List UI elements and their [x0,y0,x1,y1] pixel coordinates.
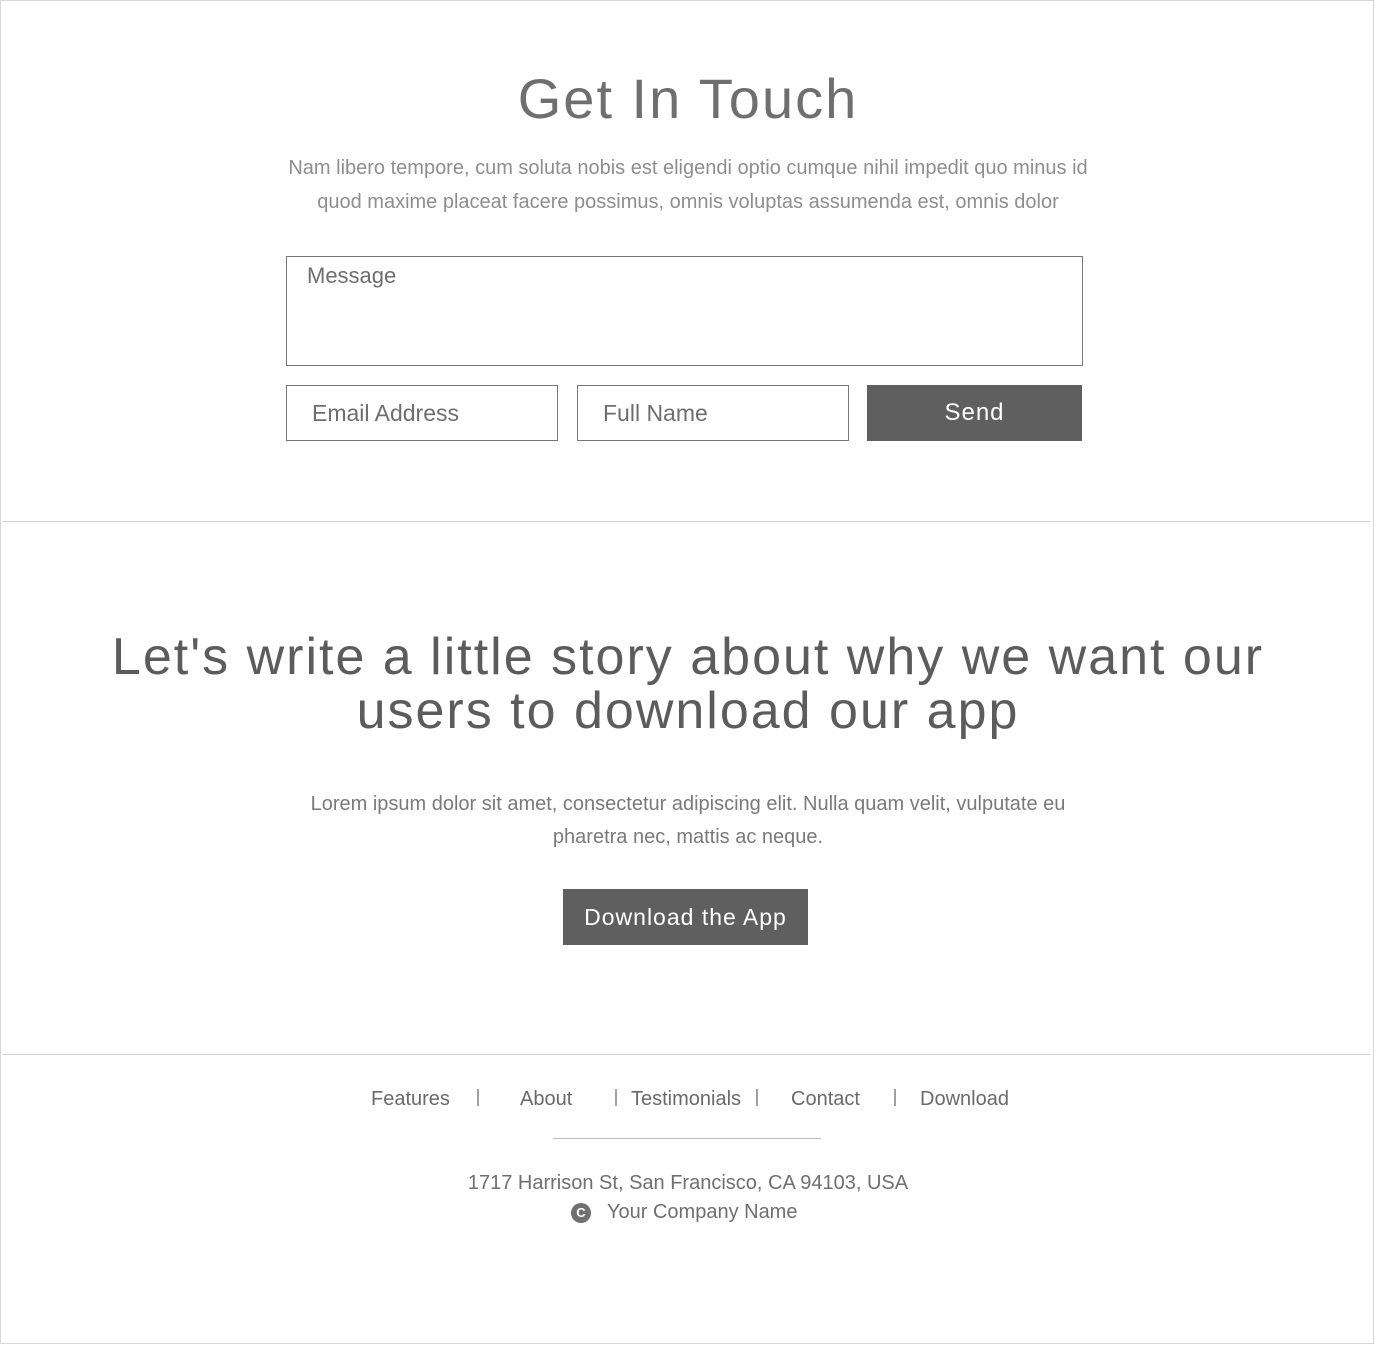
section-divider-top [2,521,1370,522]
story-title-line-2: users to download our app [356,682,1020,740]
story-subtitle-line-2: pharetra nec, mattis ac neque. [552,826,824,848]
contact-intro: Nam libero tempore, cum soluta nobis est… [270,151,1106,219]
nav-separator [615,1089,617,1106]
email-field[interactable] [286,385,558,441]
nav-separator [894,1089,896,1106]
copyright-icon: C [571,1203,591,1223]
company-name: Your Company Name [607,1201,798,1223]
footer-link-testimonials[interactable]: Testimonials [631,1085,741,1113]
footer-link-download[interactable]: Download [920,1085,1009,1113]
contact-title: Get In Touch [517,67,859,130]
send-button[interactable]: Send [867,385,1082,441]
nav-separator [756,1089,758,1106]
footer-link-features[interactable]: Features [371,1085,450,1113]
story-subtitle-line-1: Lorem ipsum dolor sit amet, consectetur … [310,793,1066,815]
story-subtitle: Lorem ipsum dolor sit amet, consectetur … [290,788,1086,854]
section-divider-bottom [2,1054,1370,1055]
nav-separator [477,1089,479,1106]
contact-intro-line-1: Nam libero tempore, cum soluta nobis est… [288,157,1088,179]
download-app-button[interactable]: Download the App [563,889,808,945]
story-title: Let's write a little story about why we … [30,630,1346,738]
contact-intro-line-2: quod maxime placeat facere possimus, omn… [317,191,1059,213]
footer-rule [553,1138,821,1139]
story-title-line-1: Let's write a little story about why we … [111,628,1265,686]
footer-link-about[interactable]: About [520,1085,572,1113]
footer-address: 1717 Harrison St, San Francisco, CA 9410… [467,1172,909,1194]
full-name-field[interactable] [577,385,849,441]
footer-link-contact[interactable]: Contact [791,1085,860,1113]
message-field[interactable] [286,256,1083,366]
